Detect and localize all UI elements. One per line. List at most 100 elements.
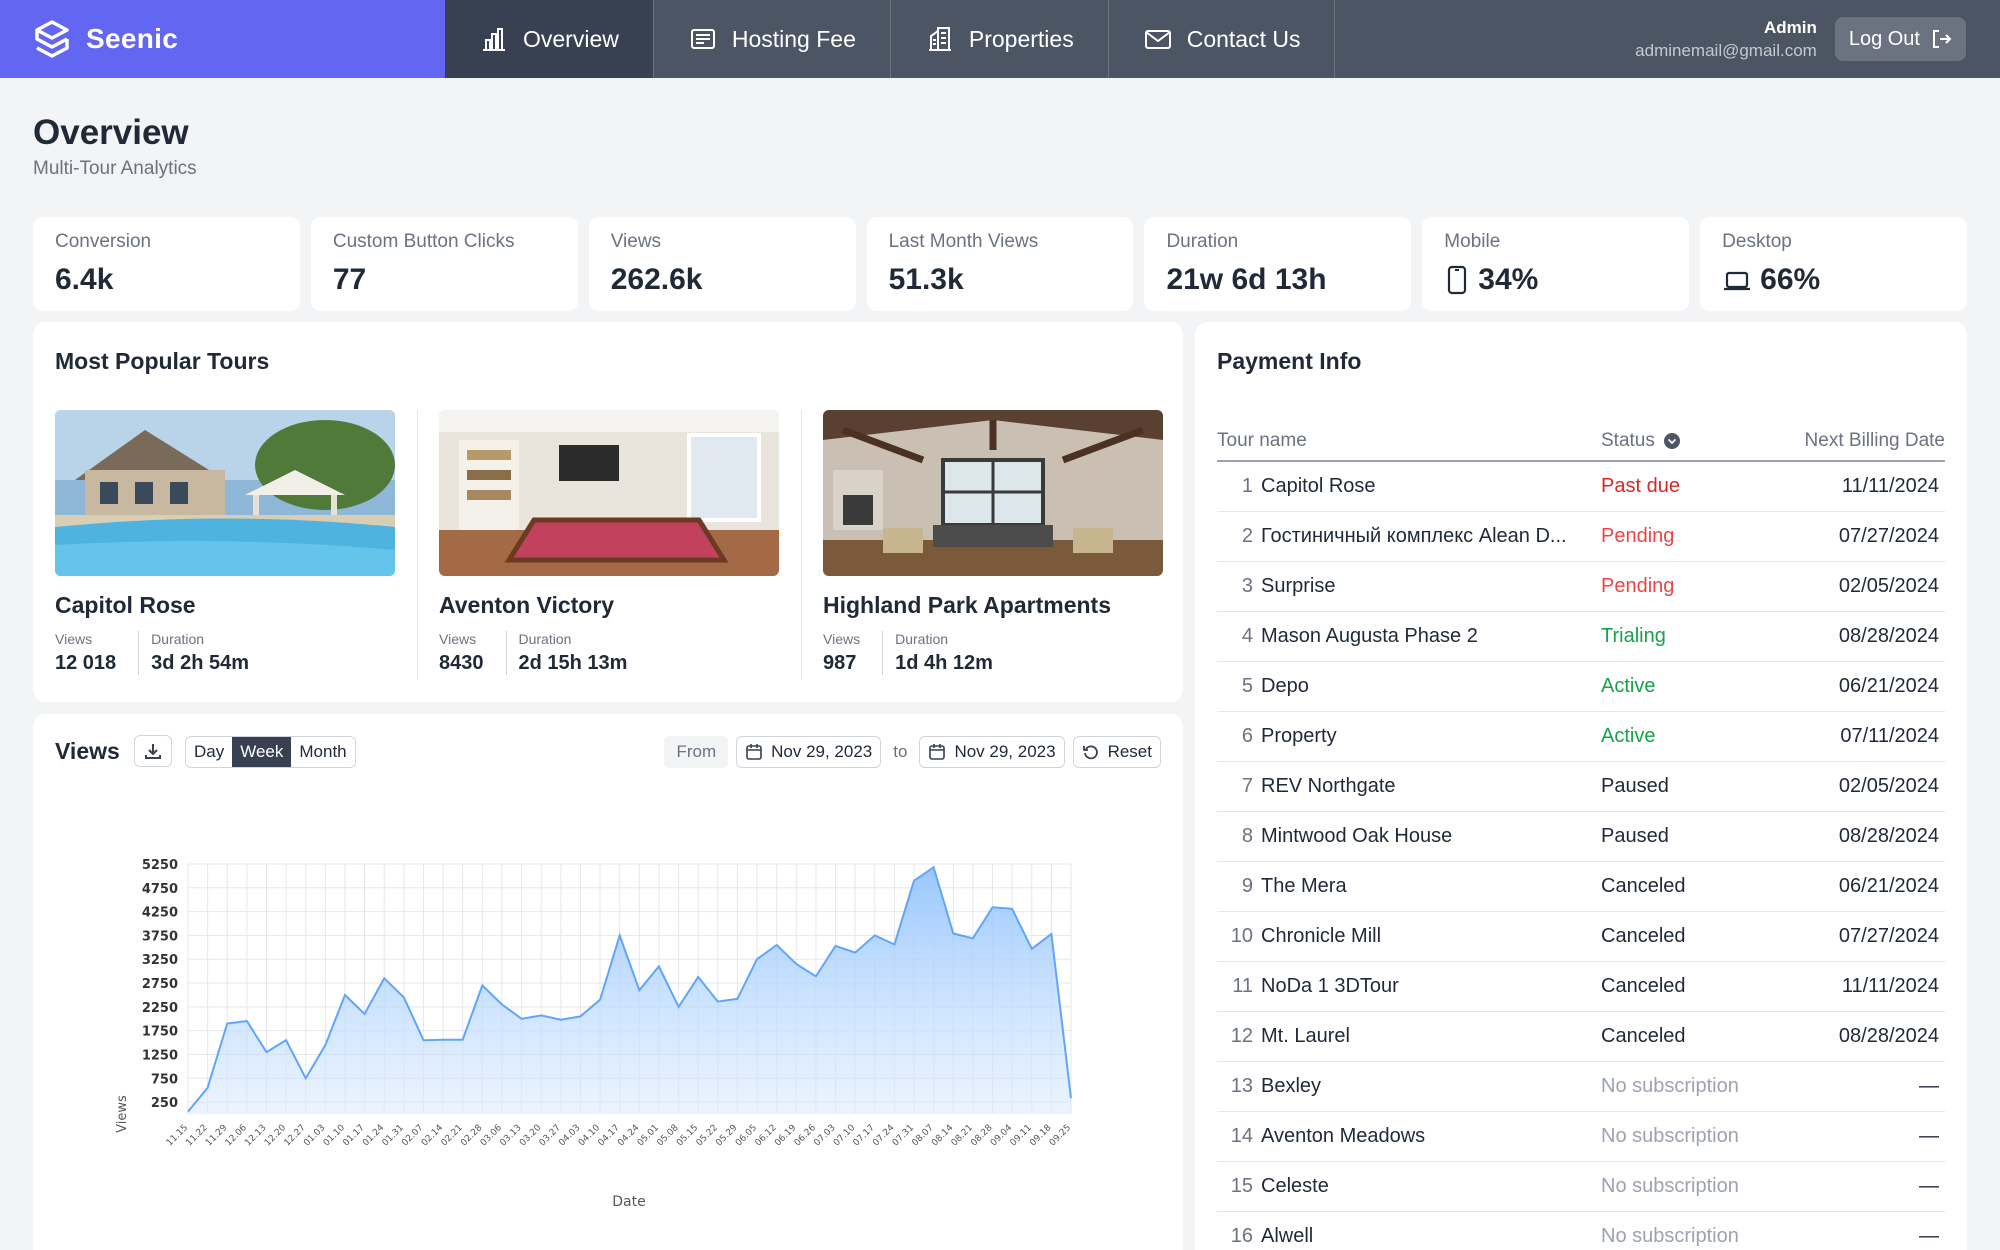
- nav-properties-label: Properties: [968, 25, 1074, 52]
- row-status: Trialing: [1601, 625, 1666, 647]
- payment-info-panel: Payment Info Tour name Status Next Billi…: [1195, 322, 1967, 1250]
- stat-value: 6.4k: [55, 263, 114, 296]
- nav-hosting-fee[interactable]: Hosting Fee: [654, 0, 891, 78]
- table-row[interactable]: 12 Mt. Laurel Canceled 08/28/2024: [1217, 1012, 1945, 1062]
- col-tour-name[interactable]: Tour name: [1217, 430, 1601, 452]
- row-billing-date: 06/21/2024: [1838, 675, 1939, 697]
- tour-image-living-room: [823, 410, 1163, 576]
- popular-tours-panel: Most Popular Tours Capitol Rose Views 12…: [33, 322, 1183, 702]
- to-date-picker[interactable]: Nov 29, 2023: [919, 736, 1065, 768]
- x-tick-label: 09.25: [1048, 1123, 1073, 1148]
- y-tick-label: 2750: [142, 977, 178, 992]
- date-range: From Nov 29, 2023 to Nov 29, 2023 Reset: [664, 736, 1161, 768]
- tour-views-value: 12 018: [55, 652, 117, 674]
- download-button[interactable]: [134, 735, 172, 767]
- row-billing-date: 08/28/2024: [1838, 625, 1939, 647]
- payment-info-title: Payment Info: [1217, 348, 1362, 374]
- payment-table: Tour name Status Next Billing Date 1 Capi…: [1217, 422, 1945, 1250]
- row-billing-date: 08/28/2024: [1838, 1025, 1939, 1047]
- calendar-icon: [746, 744, 762, 760]
- page-title: Overview: [33, 113, 189, 152]
- table-row[interactable]: 11 NoDa 1 3DTour Canceled 11/11/2024: [1217, 962, 1945, 1012]
- x-tick-label: 08.07: [910, 1123, 935, 1148]
- stat-value: 66%: [1760, 263, 1821, 296]
- row-status: Canceled: [1601, 1025, 1686, 1047]
- table-row[interactable]: 10 Chronicle Mill Canceled 07/27/2024: [1217, 912, 1945, 962]
- table-row[interactable]: 3 Surprise Pending 02/05/2024: [1217, 562, 1945, 612]
- x-tick-label: 01.17: [341, 1123, 366, 1148]
- x-tick-label: 02.21: [440, 1123, 465, 1148]
- table-row[interactable]: 4 Mason Augusta Phase 2 Trialing 08/28/2024: [1217, 612, 1945, 662]
- tour-duration-value: 3d 2h 54m: [151, 652, 249, 674]
- logout-button[interactable]: Log Out: [1834, 17, 1966, 61]
- table-row[interactable]: 13 Bexley No subscription —: [1217, 1062, 1945, 1112]
- x-tick-label: 06.12: [753, 1123, 778, 1148]
- tour-card[interactable]: Highland Park Apartments Views 987 Durat…: [823, 410, 1163, 675]
- tour-card[interactable]: Capitol Rose Views 12 018 Duration 3d 2h…: [55, 410, 395, 675]
- table-row[interactable]: 1 Capitol Rose Past due 11/11/2024: [1217, 462, 1945, 512]
- tour-card[interactable]: Aventon Victory Views 8430 Duration 2d 1…: [439, 410, 779, 675]
- row-tour-name: NoDa 1 3DTour: [1261, 975, 1399, 997]
- row-billing-date: 11/11/2024: [1841, 975, 1939, 997]
- tour-duration-value: 2d 15h 13m: [518, 652, 628, 674]
- row-billing-date: 08/28/2024: [1838, 825, 1939, 847]
- to-date-value: Nov 29, 2023: [954, 742, 1056, 761]
- row-tour-name: Chronicle Mill: [1261, 925, 1382, 947]
- from-date-picker[interactable]: Nov 29, 2023: [736, 736, 882, 768]
- main-nav: Overview Hosting Fee Properties Contact …: [445, 0, 1336, 78]
- row-number: 12: [1230, 1025, 1253, 1047]
- stat-card-views: Views 262.6k: [588, 217, 856, 311]
- period-week-button[interactable]: Week: [232, 737, 292, 767]
- laptop-icon: [1724, 271, 1751, 291]
- table-row[interactable]: 6 Property Active 07/11/2024: [1217, 712, 1945, 762]
- row-number: 10: [1230, 925, 1253, 947]
- stat-value: 34%: [1478, 263, 1539, 296]
- nav-contact-us[interactable]: Contact Us: [1109, 0, 1336, 78]
- row-status: Active: [1601, 675, 1656, 697]
- y-tick-label: 1750: [142, 1025, 178, 1040]
- table-row[interactable]: 2 Гостиничный комплекс Alean D... Pending 0…: [1217, 512, 1945, 562]
- brand-name: Seenic: [86, 23, 179, 54]
- col-next-billing-date[interactable]: Next Billing Date: [1801, 430, 1945, 452]
- payment-table-header: Tour name Status Next Billing Date: [1217, 422, 1945, 462]
- row-billing-date: 07/27/2024: [1838, 525, 1939, 547]
- table-row[interactable]: 15 Celeste No subscription —: [1217, 1162, 1945, 1212]
- period-month-button[interactable]: Month: [291, 737, 354, 767]
- tour-duration-label: Duration: [151, 631, 205, 647]
- period-toggle: Day Week Month: [185, 736, 356, 768]
- phone-icon: [1448, 265, 1467, 295]
- table-row[interactable]: 7 REV Northgate Paused 02/05/2024: [1217, 762, 1945, 812]
- row-number: 3: [1241, 575, 1253, 597]
- stat-value: 51.3k: [888, 263, 964, 296]
- nav-properties[interactable]: Properties: [891, 0, 1109, 78]
- table-row[interactable]: 9 The Mera Canceled 06/21/2024: [1217, 862, 1945, 912]
- nav-overview[interactable]: Overview: [445, 0, 654, 78]
- table-row[interactable]: 16 Alwell No subscription —: [1217, 1212, 1945, 1250]
- period-day-button[interactable]: Day: [186, 737, 232, 767]
- table-row[interactable]: 8 Mintwood Oak House Paused 08/28/2024: [1217, 812, 1945, 862]
- row-number: 15: [1230, 1175, 1253, 1197]
- row-tour-name: Aventon Meadows: [1261, 1125, 1426, 1147]
- views-area-fill: [188, 867, 1071, 1114]
- table-row[interactable]: 5 Depo Active 06/21/2024: [1217, 662, 1945, 712]
- nav-hosting-fee-label: Hosting Fee: [731, 25, 856, 52]
- row-status: Past due: [1601, 475, 1680, 497]
- reset-button[interactable]: Reset: [1072, 736, 1161, 768]
- row-status: No subscription: [1601, 1225, 1739, 1247]
- row-number: 1: [1241, 475, 1253, 497]
- y-tick-label: 5250: [142, 858, 178, 873]
- page-subtitle: Multi-Tour Analytics: [33, 158, 197, 179]
- y-tick-label: 750: [151, 1072, 178, 1087]
- tour-duration-value: 1d 4h 12m: [895, 652, 993, 674]
- brand-logo[interactable]: Seenic: [0, 0, 445, 78]
- row-tour-name: Mt. Laurel: [1261, 1025, 1350, 1047]
- row-billing-date: 07/27/2024: [1838, 925, 1939, 947]
- table-row[interactable]: 14 Aventon Meadows No subscription —: [1217, 1112, 1945, 1162]
- row-billing-date: 02/05/2024: [1838, 575, 1939, 597]
- x-axis-ticks: 11.1511.2211.2912.0612.1312.2012.2701.03…: [165, 1123, 1073, 1148]
- tour-name: Aventon Victory: [439, 592, 615, 618]
- row-number: 5: [1241, 675, 1253, 697]
- x-tick-label: 12.13: [243, 1123, 268, 1148]
- col-status[interactable]: Status: [1601, 430, 1801, 452]
- stat-card-last-month-views: Last Month Views 51.3k: [866, 217, 1134, 311]
